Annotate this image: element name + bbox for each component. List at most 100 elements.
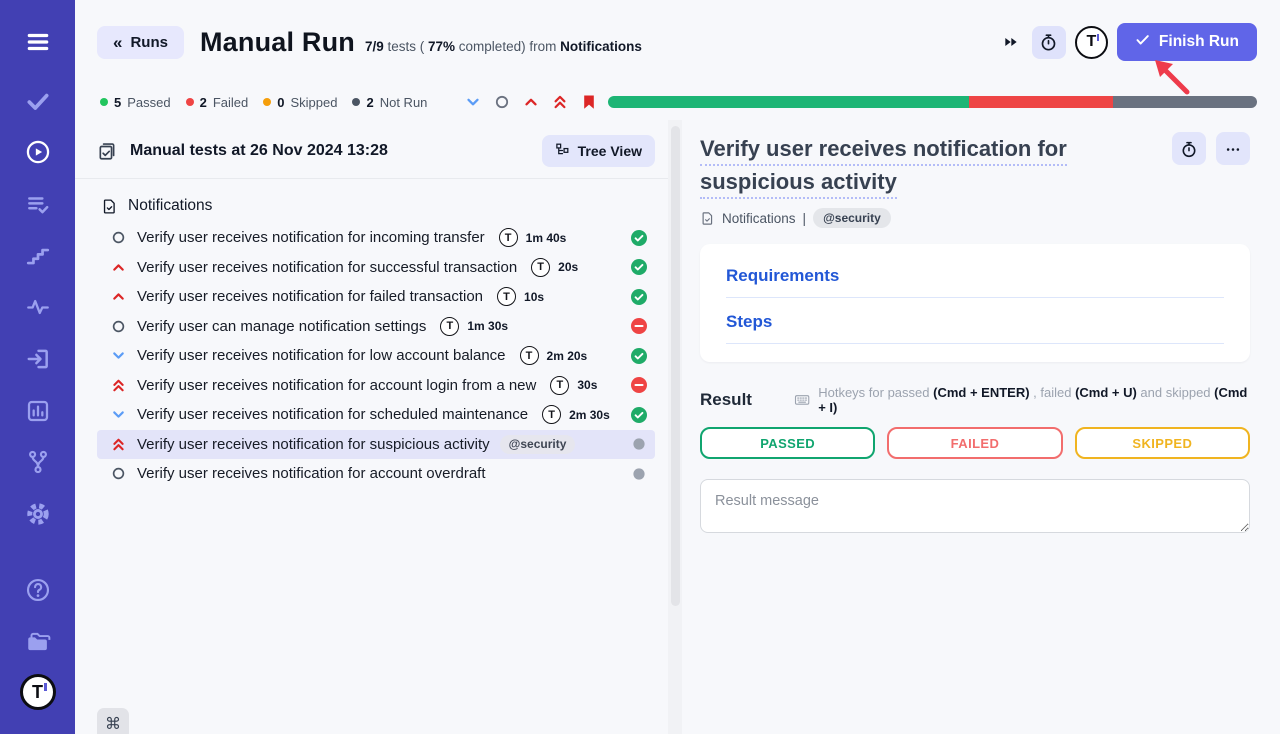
section-heading[interactable]: Requirements <box>726 266 1224 286</box>
test-title: Verify user receives notification for in… <box>137 229 485 246</box>
divider <box>75 178 668 179</box>
import-icon[interactable] <box>25 346 51 372</box>
test-detail-panel: Verify user receives notification for su… <box>682 120 1280 734</box>
passed-button[interactable]: PASSED <box>700 427 875 459</box>
hotkeys-text: Hotkeys for passed (Cmd + ENTER) , faile… <box>818 385 1250 415</box>
stopwatch-icon <box>1039 33 1058 52</box>
status-dot <box>186 98 194 106</box>
test-row[interactable]: Verify user receives notification for in… <box>97 223 655 253</box>
reports-icon[interactable] <box>25 398 51 424</box>
section-steps: Steps <box>726 312 1224 344</box>
circle-icon[interactable] <box>494 94 510 110</box>
settings-icon[interactable] <box>25 501 51 527</box>
scrollbar-thumb[interactable] <box>671 126 680 606</box>
progress-segment <box>969 96 1113 108</box>
command-hotkey-button[interactable]: ⌘ <box>97 708 129 734</box>
count-label: Failed <box>213 95 248 110</box>
status-not_run-icon <box>631 436 647 452</box>
sidebar: T <box>0 0 75 734</box>
steps-icon[interactable] <box>25 243 51 269</box>
main-area: « Runs Manual Run 7/9 tests ( 77% comple… <box>75 0 1280 734</box>
failed-button[interactable]: FAILED <box>887 427 1062 459</box>
test-title: Verify user receives notification for ac… <box>137 377 536 394</box>
test-title: Verify user can manage notification sett… <box>137 318 426 335</box>
count-label: Not Run <box>380 95 428 110</box>
test-sections-card: Requirements Steps <box>700 244 1250 362</box>
priority-normal-icon <box>111 230 126 245</box>
test-row[interactable]: Verify user can manage notification sett… <box>97 312 655 342</box>
status-passed-icon <box>631 289 647 305</box>
test-row[interactable]: Verify user receives notification for ac… <box>97 459 655 489</box>
test-duration: 1m 30s <box>467 319 508 333</box>
breadcrumb-folder[interactable]: Notifications <box>722 211 796 226</box>
back-to-runs-label: Runs <box>130 34 168 51</box>
status-passed-icon <box>631 259 647 275</box>
tree-view-label: Tree View <box>578 143 642 159</box>
clipboard-check-icon <box>97 141 118 162</box>
test-logo-icon: T <box>520 346 539 365</box>
result-message-input[interactable] <box>700 479 1250 533</box>
test-detail-header: Verify user receives notification for su… <box>700 132 1250 198</box>
back-to-runs-button[interactable]: « Runs <box>97 26 184 59</box>
play-circle-icon[interactable] <box>25 139 51 165</box>
projects-icon[interactable] <box>25 629 51 655</box>
priority-highest-icon <box>111 378 126 393</box>
status-passed-icon <box>631 230 647 246</box>
count-not-run: 2Not Run <box>352 95 427 110</box>
test-row[interactable]: Verify user receives notification for ac… <box>97 371 655 401</box>
priority-normal-icon <box>111 319 126 334</box>
stopwatch-icon <box>1180 140 1198 158</box>
progress-segment <box>1113 96 1257 108</box>
priority-low-icon <box>111 348 126 363</box>
skipped-button[interactable]: SKIPPED <box>1075 427 1250 459</box>
test-row[interactable]: Verify user receives notification for fa… <box>97 282 655 312</box>
result-row: Result Hotkeys for passed (Cmd + ENTER) … <box>700 385 1250 415</box>
status-dot <box>100 98 108 106</box>
fast-forward-icon[interactable] <box>1003 34 1019 50</box>
test-title: Verify user receives notification for sc… <box>137 406 528 423</box>
help-icon[interactable] <box>25 577 51 603</box>
chevron-down-icon[interactable] <box>465 94 481 110</box>
count-value: 5 <box>114 95 121 110</box>
panel-scrollbar[interactable] <box>668 120 682 734</box>
result-counts: 5Passed2Failed0Skipped2Not Run <box>100 95 427 110</box>
run-label: Manual tests at 26 Nov 2024 13:28 <box>130 142 388 160</box>
test-row[interactable]: Verify user receives notification for lo… <box>97 341 655 371</box>
suite-folder[interactable]: Notifications <box>97 193 655 219</box>
double-chevron-up-icon[interactable] <box>552 94 568 110</box>
test-logo-icon: T <box>497 287 516 306</box>
more-options-button[interactable] <box>1216 132 1250 165</box>
tag-badge[interactable]: @security <box>813 208 891 228</box>
test-logo-icon: T <box>550 376 569 395</box>
finish-run-button[interactable]: Finish Run <box>1117 23 1257 61</box>
test-logo-icon: T <box>531 258 550 277</box>
chevron-up-icon[interactable] <box>523 94 539 110</box>
timer-button[interactable] <box>1032 26 1066 59</box>
test-row[interactable]: Verify user receives notification for sc… <box>97 400 655 430</box>
run-progress-bar[interactable] <box>608 96 1257 108</box>
priority-high-icon <box>111 260 126 275</box>
tree-view-button[interactable]: Tree View <box>542 135 655 167</box>
test-row[interactable]: Verify user receives notification for su… <box>97 430 655 460</box>
app-logo-bottom[interactable]: T <box>20 674 56 710</box>
stopwatch-button[interactable] <box>1172 132 1206 165</box>
text-segment: tests ( <box>384 39 428 54</box>
bookmark-icon[interactable] <box>581 94 597 110</box>
pulse-icon[interactable] <box>25 294 51 320</box>
tree-icon <box>555 142 570 160</box>
priority-filters <box>465 94 597 110</box>
count-label: Skipped <box>291 95 338 110</box>
test-duration: 2m 30s <box>569 408 610 422</box>
test-row[interactable]: Verify user receives notification for su… <box>97 253 655 283</box>
branch-icon[interactable] <box>25 449 51 475</box>
test-list: Verify user receives notification for in… <box>97 223 655 489</box>
hamburger-menu-icon[interactable] <box>25 29 51 55</box>
test-title: Verify user receives notification for fa… <box>137 288 483 305</box>
list-check-icon[interactable] <box>25 192 51 218</box>
status-dot <box>263 98 271 106</box>
app-logo[interactable]: T <box>1075 26 1108 59</box>
test-list-panel: Manual tests at 26 Nov 2024 13:28 Tree V… <box>75 120 668 734</box>
check-icon[interactable] <box>25 88 51 114</box>
section-heading[interactable]: Steps <box>726 312 1224 332</box>
text-segment: Notifications <box>560 39 642 54</box>
